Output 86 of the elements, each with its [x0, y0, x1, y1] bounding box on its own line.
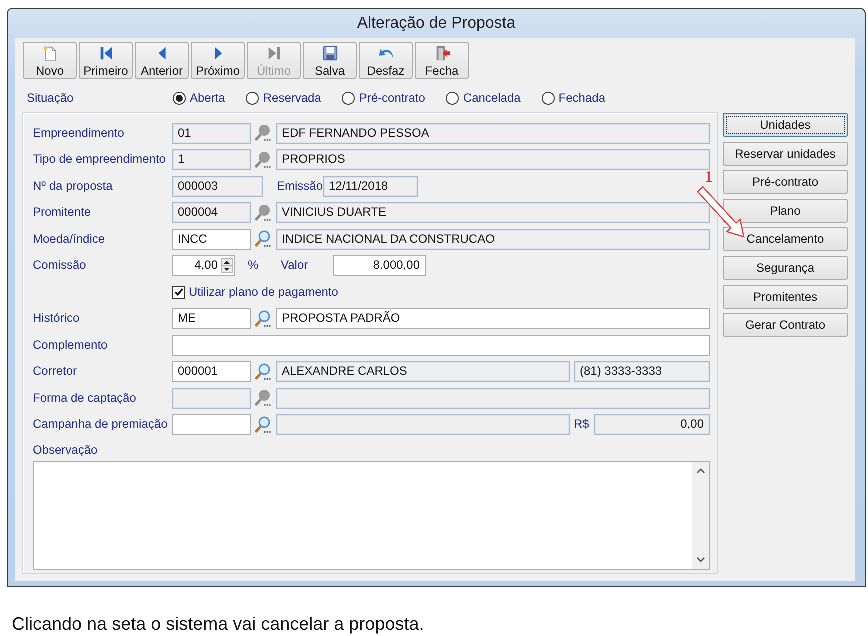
field-label: Emissão: [277, 178, 323, 194]
field-label: Comissão: [33, 258, 88, 274]
field-label: Complemento: [33, 338, 109, 353]
window-title: Alteração de Proposta: [357, 14, 516, 34]
currency-label: R$: [574, 417, 590, 432]
new-document-icon: [42, 45, 58, 62]
field-label: Moeda/índice: [33, 232, 106, 247]
spin-arrows-icon[interactable]: [221, 258, 233, 274]
search-icon[interactable]: [254, 204, 272, 222]
field-label: Observação: [33, 443, 98, 458]
chevron-up-icon[interactable]: [696, 467, 706, 475]
search-icon[interactable]: [254, 124, 272, 142]
toolbar-button[interactable]: Próximo: [191, 42, 245, 79]
field-label: Situação: [27, 90, 75, 106]
toolbar-button[interactable]: Novo: [23, 42, 77, 79]
radio-button[interactable]: [342, 92, 356, 104]
radio-option[interactable]: Pré-contrato: [342, 90, 426, 106]
code-field[interactable]: ME: [172, 308, 251, 330]
text-field[interactable]: [172, 334, 710, 356]
amount-field[interactable]: 8.000,00: [333, 255, 426, 276]
action-button[interactable]: Unidades: [723, 113, 848, 137]
date-field[interactable]: 12/11/2018: [323, 176, 418, 197]
annotation-arrow: [696, 186, 744, 238]
radio-button[interactable]: [246, 92, 260, 104]
field-label: Nº da proposta: [33, 178, 114, 194]
memo-field[interactable]: [33, 461, 710, 570]
step-number: 1: [705, 170, 713, 185]
phone-field[interactable]: (81) 3333-3333: [574, 361, 710, 382]
toolbar-button[interactable]: Fecha: [415, 42, 469, 79]
search-icon[interactable]: [254, 310, 272, 328]
action-button[interactable]: Gerar Contrato: [723, 313, 848, 338]
action-button[interactable]: Cancelamento: [723, 227, 848, 252]
description-field[interactable]: VINICIUS DUARTE: [276, 202, 710, 224]
field-label: Valor: [281, 258, 310, 274]
field-label: Forma de captação: [33, 390, 138, 406]
action-button[interactable]: Promitentes: [723, 284, 848, 309]
toolbar-button[interactable]: Salva: [303, 42, 357, 79]
chevron-down-icon[interactable]: [696, 556, 706, 564]
number-field[interactable]: 000003: [172, 176, 263, 197]
radio-option[interactable]: Aberta: [173, 90, 226, 106]
search-icon[interactable]: [254, 230, 272, 248]
field-label: Campanha de premiação: [33, 417, 169, 432]
description-field[interactable]: PROPRIOS: [276, 149, 710, 170]
toolbar-button[interactable]: Desfaz: [359, 42, 413, 79]
search-icon[interactable]: [254, 150, 272, 169]
amount-field[interactable]: 0,00: [594, 414, 710, 436]
field-label: Corretor: [33, 364, 78, 380]
action-button[interactable]: Pré-contrato: [723, 170, 848, 194]
radio-option[interactable]: Fechada: [542, 90, 606, 106]
code-field[interactable]: [172, 388, 251, 409]
field-label: Empreendimento: [33, 126, 126, 141]
search-icon[interactable]: [254, 362, 272, 381]
action-button[interactable]: Reservar unidades: [723, 142, 848, 166]
spin-field[interactable]: 4,00: [172, 255, 235, 276]
radio-button[interactable]: [446, 92, 460, 104]
search-icon[interactable]: [254, 389, 272, 408]
field-label: Promitente: [33, 205, 92, 220]
code-field[interactable]: 000004: [172, 202, 251, 224]
radio-option[interactable]: Reservada: [246, 90, 322, 106]
action-button[interactable]: Segurança: [723, 256, 848, 280]
search-icon[interactable]: [254, 416, 272, 434]
description-field[interactable]: PROPOSTA PADRÃO: [276, 308, 710, 330]
description-field[interactable]: ALEXANDRE CARLOS: [276, 361, 570, 382]
scrollbar[interactable]: [692, 462, 709, 569]
description-field[interactable]: [276, 388, 710, 409]
code-field[interactable]: INCC: [172, 228, 251, 250]
check-icon: [174, 287, 184, 298]
caption-text: Clicando na seta o sistema vai cancelar a proposta.: [12, 614, 426, 635]
radio-option[interactable]: Cancelada: [446, 90, 521, 106]
code-field[interactable]: [172, 414, 251, 436]
toolbar-button[interactable]: Primeiro: [79, 42, 133, 79]
radio-button[interactable]: [542, 92, 555, 104]
field-label: Histórico: [33, 311, 81, 326]
code-field[interactable]: 000001: [172, 361, 251, 382]
description-field[interactable]: [276, 414, 570, 436]
unit-label: %: [248, 258, 260, 274]
action-button[interactable]: Plano: [723, 198, 848, 223]
checkbox[interactable]: [172, 286, 185, 299]
checkbox-option[interactable]: Utilizar plano de pagamento: [172, 284, 338, 300]
code-field[interactable]: 1: [172, 149, 251, 170]
radio-button[interactable]: [173, 92, 186, 104]
field-label: Tipo de empreendimento: [33, 152, 167, 168]
description-field[interactable]: EDF FERNANDO PESSOA: [276, 122, 710, 144]
toolbar-button[interactable]: Anterior: [135, 42, 189, 79]
description-field[interactable]: INDICE NACIONAL DA CONSTRUCAO: [276, 228, 710, 250]
code-field[interactable]: 01: [172, 122, 251, 144]
